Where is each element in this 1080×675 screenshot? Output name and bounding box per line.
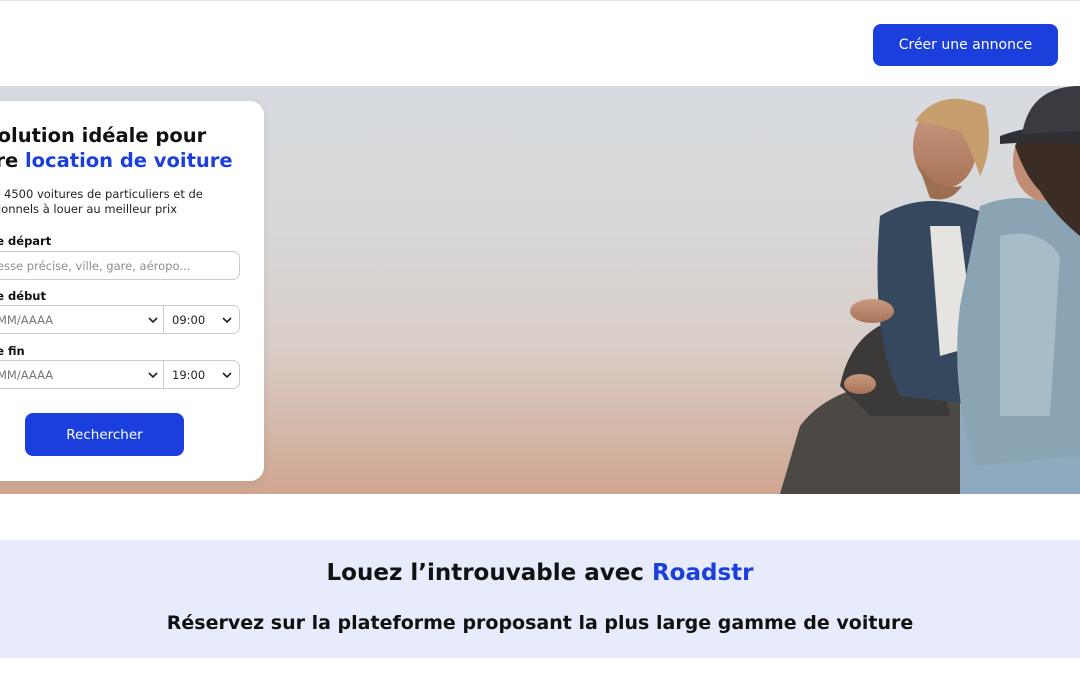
start-date-field[interactable]: MM/AAAA	[0, 305, 164, 334]
subtitle-line-2: ssionnels à louer au meilleur prix	[0, 202, 178, 216]
subtitle-line-1: de 4500 voitures de particuliers et de	[0, 187, 203, 201]
title-line-1: solution idéale pour	[0, 124, 207, 147]
promo-subtitle: Réservez sur la plateforme proposant la …	[166, 612, 914, 634]
end-time-value: 19:00	[172, 367, 206, 382]
title-line-2-prefix: tre	[0, 149, 19, 172]
departure-label: de départ	[0, 234, 52, 248]
title-line-2-accent: location de voiture	[24, 149, 233, 172]
departure-address-input[interactable]	[0, 251, 240, 280]
chevron-down-icon	[222, 317, 232, 324]
search-card-subtitle: de 4500 voitures de particuliers et de s…	[0, 187, 256, 217]
promo-title-brand: Roadstr	[651, 560, 754, 586]
chevron-down-icon	[148, 372, 158, 379]
promo-section: Louez l’introuvable avec Roadstr Réserve…	[0, 540, 1080, 658]
promo-title: Louez l’introuvable avec Roadstr	[0, 560, 1080, 586]
top-bar: Créer une annonce	[0, 0, 1080, 86]
chevron-down-icon	[222, 372, 232, 379]
chevron-down-icon	[148, 317, 158, 324]
start-time-select[interactable]: 09:00	[163, 305, 240, 334]
end-date-field[interactable]: MM/AAAA	[0, 360, 164, 389]
end-time-select[interactable]: 19:00	[163, 360, 240, 389]
create-listing-button[interactable]: Créer une annonce	[873, 24, 1058, 66]
end-date-label: de fin	[0, 344, 25, 358]
search-card-title: solution idéale pour tre location de voi…	[0, 123, 256, 173]
search-card: solution idéale pour tre location de voi…	[0, 101, 264, 481]
start-time-value: 09:00	[172, 312, 206, 327]
end-date-value: MM/AAAA	[0, 367, 54, 382]
search-button[interactable]: Rechercher	[25, 413, 184, 456]
start-date-label: de début	[0, 289, 46, 303]
start-date-value: MM/AAAA	[0, 312, 54, 327]
promo-title-prefix: Louez l’introuvable avec	[326, 560, 652, 586]
